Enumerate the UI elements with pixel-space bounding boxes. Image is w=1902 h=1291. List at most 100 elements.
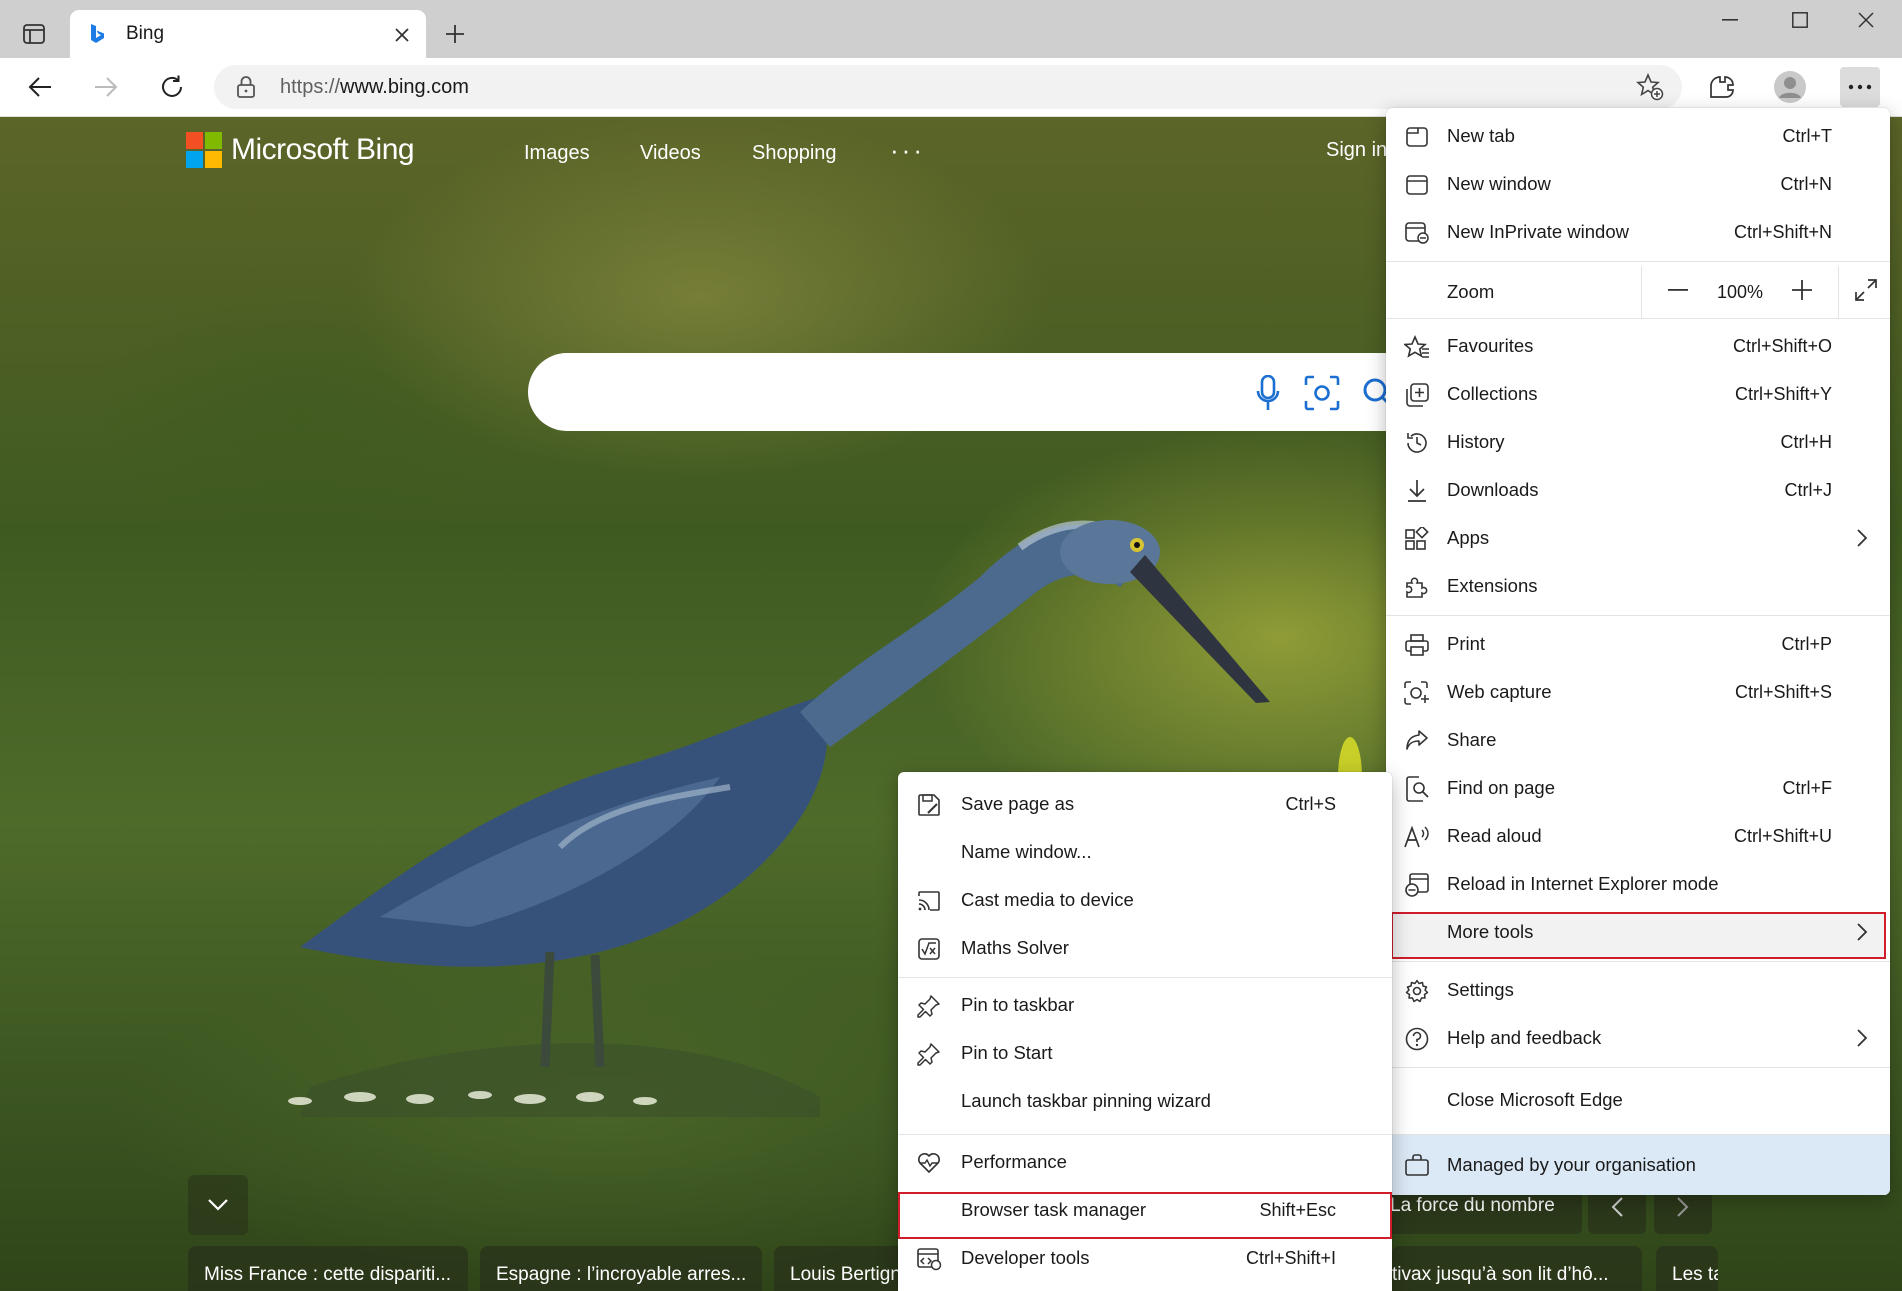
help-icon — [1404, 1026, 1430, 1052]
tab-close-button[interactable] — [390, 23, 414, 47]
menu-item-label: Pin to taskbar — [961, 994, 1075, 1015]
menu-item-share[interactable]: Share — [1386, 716, 1890, 764]
inprivate-icon — [1404, 220, 1430, 246]
menu-item-new-inprivate-window[interactable]: New InPrivate window Ctrl+Shift+N — [1386, 208, 1890, 256]
menu-item-save-page-as[interactable]: Save page as Ctrl+S — [898, 780, 1392, 828]
tab-bing[interactable]: Bing — [70, 10, 426, 58]
address-bar[interactable]: https://www.bing.com — [214, 65, 1682, 109]
url-text[interactable]: https://www.bing.com — [280, 76, 469, 99]
menu-item-managed-by-organisation[interactable]: Managed by your organisation — [1386, 1135, 1890, 1195]
menu-item-pin-to-taskbar[interactable]: Pin to taskbar — [898, 981, 1392, 1029]
search-box[interactable] — [528, 353, 1428, 431]
menu-item-label: Managed by your organisation — [1447, 1154, 1696, 1175]
sign-in-link[interactable]: Sign in — [1326, 139, 1387, 162]
menu-item-shortcut: Ctrl+J — [1784, 479, 1832, 500]
zoom-in-button[interactable] — [1772, 266, 1832, 314]
tab-actions-button[interactable] — [14, 16, 54, 52]
menu-item-maths-solver[interactable]: Maths Solver — [898, 924, 1392, 972]
news-card[interactable]: tivax jusqu’à son lit d’hô... — [1392, 1246, 1642, 1291]
maximize-button[interactable] — [1764, 0, 1836, 40]
visual-search-icon[interactable] — [1302, 373, 1342, 413]
minimize-icon — [1722, 19, 1738, 21]
profile-button[interactable] — [1770, 67, 1810, 107]
news-card[interactable]: Espagne : l’incroyable arres... — [480, 1246, 762, 1291]
menu-item-zoom: Zoom 100% — [1386, 266, 1890, 318]
minimize-button[interactable] — [1694, 0, 1766, 40]
menu-item-read-aloud[interactable]: Read aloud Ctrl+Shift+U — [1386, 812, 1890, 860]
developer-tools-icon — [916, 1246, 942, 1272]
zoom-out-button[interactable] — [1648, 266, 1708, 314]
maximize-icon — [1792, 12, 1808, 28]
menu-item-extensions[interactable]: Extensions — [1386, 562, 1890, 610]
menu-item-help-and-feedback[interactable]: Help and feedback — [1386, 1014, 1890, 1062]
menu-item-name-window[interactable]: Name window... — [898, 828, 1392, 876]
menu-item-label: Print — [1447, 633, 1486, 654]
lock-icon[interactable] — [236, 75, 256, 99]
menu-item-downloads[interactable]: Downloads Ctrl+J — [1386, 466, 1890, 514]
menu-item-label: New window — [1447, 173, 1551, 194]
menu-item-settings[interactable]: Settings — [1386, 966, 1890, 1014]
menu-item-apps[interactable]: Apps — [1386, 514, 1890, 562]
chevron-right-icon — [1857, 1029, 1868, 1047]
menu-item-favourites[interactable]: Favourites Ctrl+Shift+O — [1386, 322, 1890, 370]
menu-item-web-capture[interactable]: Web capture Ctrl+Shift+S — [1386, 668, 1890, 716]
minus-icon — [1668, 289, 1688, 291]
full-screen-button[interactable] — [1842, 266, 1890, 314]
menu-item-new-tab[interactable]: New tab Ctrl+T — [1386, 112, 1890, 160]
refresh-icon — [162, 75, 182, 97]
menu-item-history[interactable]: History Ctrl+H — [1386, 418, 1890, 466]
nav-shopping-link[interactable]: Shopping — [752, 142, 837, 165]
microphone-icon[interactable] — [1248, 373, 1288, 413]
menu-item-print[interactable]: Print Ctrl+P — [1386, 620, 1890, 668]
maths-solver-icon — [916, 936, 942, 962]
menu-item-label: Performance — [961, 1151, 1067, 1172]
web-capture-icon — [1404, 680, 1430, 706]
settings-and-more-button[interactable] — [1840, 67, 1880, 107]
menu-separator — [1386, 615, 1890, 616]
menu-item-launch-pinning-wizard[interactable]: Launch taskbar pinning wizard — [898, 1077, 1392, 1125]
zoom-value: 100% — [1716, 281, 1764, 302]
menu-item-find-on-page[interactable]: Find on page Ctrl+F — [1386, 764, 1890, 812]
bing-logo[interactable]: Microsoft Bing — [186, 132, 415, 168]
news-card[interactable]: Miss France : cette dispariti... — [188, 1246, 468, 1291]
menu-item-new-window[interactable]: New window Ctrl+N — [1386, 160, 1890, 208]
menu-item-close-edge[interactable]: Close Microsoft Edge — [1386, 1076, 1890, 1124]
nav-more-button[interactable]: ··· — [890, 135, 925, 166]
expand-feed-button[interactable] — [188, 1175, 248, 1235]
menu-item-collections[interactable]: Collections Ctrl+Shift+Y — [1386, 370, 1890, 418]
menu-item-browser-task-manager[interactable]: Browser task manager Shift+Esc — [898, 1186, 1392, 1234]
share-icon — [1404, 728, 1430, 754]
new-window-icon — [1404, 172, 1430, 198]
internet-explorer-icon — [1404, 872, 1430, 898]
menu-item-more-tools[interactable]: More tools — [1386, 908, 1890, 956]
menu-item-label: Help and feedback — [1447, 1027, 1602, 1048]
back-button[interactable] — [20, 67, 60, 107]
menu-item-label: New InPrivate window — [1447, 221, 1629, 242]
chevron-right-icon — [1857, 923, 1868, 941]
add-favourite-icon[interactable] — [1636, 73, 1664, 101]
pin-icon — [916, 1041, 942, 1067]
menu-item-developer-tools[interactable]: Developer tools Ctrl+Shift+I — [898, 1234, 1392, 1282]
menu-item-cast-media[interactable]: Cast media to device — [898, 876, 1392, 924]
menu-item-shortcut: Ctrl+H — [1780, 431, 1832, 452]
refresh-button[interactable] — [152, 67, 192, 107]
performance-heart-icon — [916, 1150, 942, 1176]
news-card[interactable]: Les tali — [1656, 1246, 1718, 1291]
menu-item-shortcut: Ctrl+T — [1782, 125, 1833, 146]
close-icon — [1858, 12, 1874, 28]
nav-images-link[interactable]: Images — [524, 142, 590, 165]
menu-item-reload-ie-mode[interactable]: Reload in Internet Explorer mode — [1386, 860, 1890, 908]
menu-item-pin-to-start[interactable]: Pin to Start — [898, 1029, 1392, 1077]
menu-item-label: Settings — [1447, 979, 1514, 1000]
new-tab-button[interactable] — [440, 16, 470, 52]
extensions-icon — [1404, 574, 1430, 600]
menu-item-shortcut: Ctrl+Shift+Y — [1734, 383, 1832, 404]
collections-toolbar-button[interactable] — [1702, 67, 1742, 107]
menu-separator — [1386, 961, 1890, 962]
window-close-button[interactable] — [1830, 0, 1902, 40]
nav-videos-link[interactable]: Videos — [640, 142, 701, 165]
menu-item-performance[interactable]: Performance — [898, 1138, 1392, 1186]
forward-button[interactable] — [86, 67, 126, 107]
save-page-icon — [916, 792, 942, 818]
menu-item-shortcut: Ctrl+Shift+S — [1734, 681, 1832, 702]
